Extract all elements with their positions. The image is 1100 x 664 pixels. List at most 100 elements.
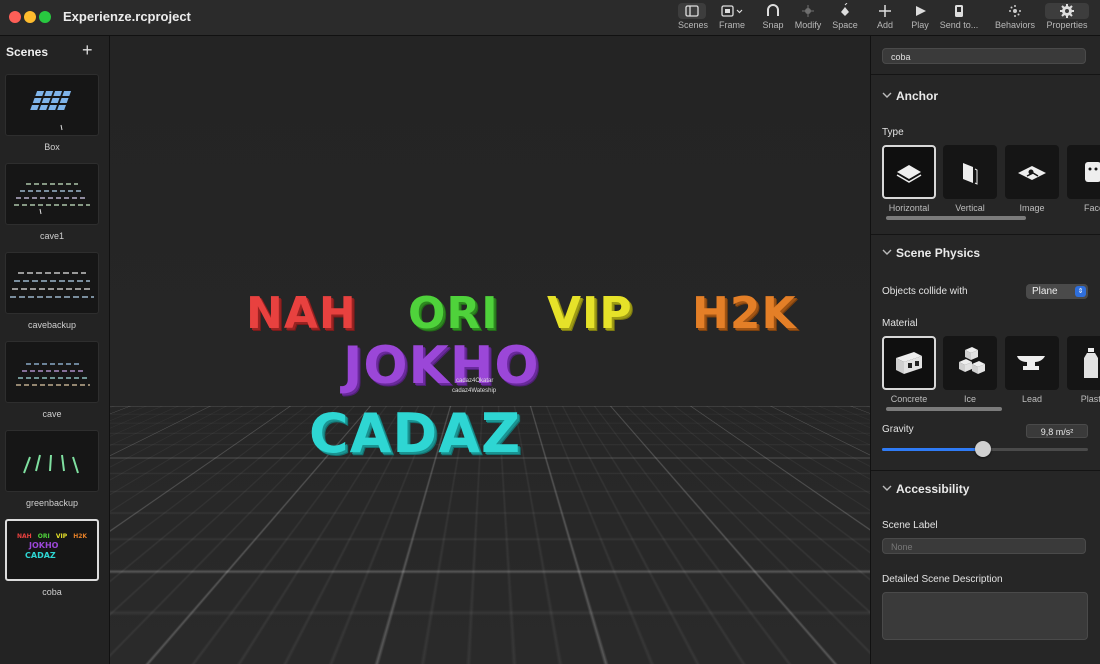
chevron-down-icon <box>882 90 896 100</box>
physics-section-header[interactable]: Scene Physics <box>882 246 980 260</box>
scene-description-textarea[interactable] <box>882 592 1088 640</box>
scene-name: greenbackup <box>25 498 79 508</box>
scene-item-cavebackup[interactable]: cavebackup <box>5 252 99 330</box>
scene-name: Box <box>44 142 60 152</box>
behaviors-toolbar-button[interactable]: Behaviors <box>994 3 1036 33</box>
gravity-slider[interactable] <box>882 441 1088 457</box>
material-ice[interactable] <box>943 336 997 390</box>
gravity-value-field[interactable]: 9,8 m/s² <box>1026 424 1088 438</box>
scene-thumbnail <box>5 74 99 136</box>
anchor-section-header[interactable]: Anchor <box>882 89 938 103</box>
chevron-down-icon <box>882 483 896 493</box>
material-concrete[interactable] <box>882 336 936 390</box>
send-icon <box>938 3 980 19</box>
anchor-type-label: Horizontal <box>888 203 930 213</box>
snap-toolbar-label: Snap <box>762 20 784 30</box>
scene-name: coba <box>42 587 62 597</box>
thumb-word: VIP <box>55 533 68 540</box>
gear-icon <box>1045 3 1089 19</box>
entity-label: cadaz4Wateship <box>452 388 497 394</box>
scenes-toolbar-button[interactable]: Scenes <box>678 3 709 33</box>
chevron-down-icon <box>882 247 896 257</box>
space-toolbar-label: Space <box>832 20 858 30</box>
material-lead[interactable] <box>1005 336 1059 390</box>
scene-thumbnail <box>5 163 99 225</box>
anchor-type-image[interactable] <box>1005 145 1059 199</box>
scene-item-cave1[interactable]: cave1 <box>5 163 99 241</box>
text-entity-cadaz[interactable]: CADAZ <box>309 402 521 465</box>
image-anchor-icon <box>1005 145 1059 199</box>
thumb-word: H2K <box>73 533 88 540</box>
scene-thumbnail <box>5 430 99 492</box>
scenes-panel: Scenes + Box cave1 cavebackup cave green… <box>0 36 110 664</box>
gravity-slider-fill <box>882 448 983 451</box>
accessibility-section-header[interactable]: Accessibility <box>882 482 969 496</box>
zoom-window-button[interactable] <box>39 11 51 23</box>
text-entity-ori[interactable]: ORI <box>408 288 499 339</box>
scene-item-coba[interactable]: NAH ORI VIP H2K JOKHO CADAZ coba <box>5 519 99 597</box>
plus-icon <box>872 3 898 19</box>
anchor-type-label: Vertical <box>955 203 985 213</box>
anchor-type-label: Image <box>1019 203 1045 213</box>
scene-name: cave1 <box>39 231 65 241</box>
scene-thumbnail: NAH ORI VIP H2K JOKHO CADAZ <box>5 519 99 581</box>
add-scene-button[interactable]: + <box>82 41 93 59</box>
scene-item-box[interactable]: Box <box>5 74 99 152</box>
collide-value: Plane <box>1032 286 1058 297</box>
frame-toolbar-button[interactable]: Frame <box>716 3 748 33</box>
collide-label: Objects collide with <box>882 286 968 297</box>
material-label: Material <box>882 318 918 329</box>
divider <box>871 470 1100 471</box>
anchor-type-scrollbar[interactable] <box>886 216 1026 220</box>
frame-icon <box>716 3 748 19</box>
description-title: Detailed Scene Description <box>882 574 1003 585</box>
vertical-plane-icon <box>943 145 997 199</box>
scenes-toolbar-label: Scenes <box>678 20 709 30</box>
title-bar: Experienze.rcproject Scenes Frame Snap M… <box>0 0 1100 36</box>
scene-name: cavebackup <box>27 320 77 330</box>
gravity-slider-thumb[interactable] <box>975 441 991 457</box>
divider <box>871 74 1100 75</box>
scene-name-field[interactable]: coba <box>882 48 1086 64</box>
scene-label-field[interactable]: None <box>882 538 1086 554</box>
anchor-type-face[interactable] <box>1067 145 1100 199</box>
concrete-block-icon <box>884 338 934 388</box>
anchor-type-horizontal[interactable] <box>882 145 936 199</box>
add-toolbar-button[interactable]: Add <box>872 3 898 33</box>
text-entity-h2k[interactable]: H2K <box>692 288 797 339</box>
anchor-type-vertical[interactable] <box>943 145 997 199</box>
space-toolbar-button[interactable]: Space <box>830 3 860 33</box>
send-to-toolbar-label: Send to... <box>939 20 979 30</box>
anvil-icon <box>1005 336 1059 390</box>
text-entity-vip[interactable]: VIP <box>547 288 633 339</box>
material-scrollbar[interactable] <box>886 407 1002 411</box>
add-toolbar-label: Add <box>876 20 893 30</box>
send-to-toolbar-button[interactable]: Send to... <box>938 3 980 33</box>
text-entity-nah[interactable]: NAH <box>246 288 357 339</box>
collide-popup[interactable]: Plane ⇕ <box>1026 284 1088 299</box>
thumb-word: ORI <box>37 533 50 540</box>
scene-item-cave[interactable]: cave <box>5 341 99 419</box>
horizontal-plane-icon <box>884 147 934 197</box>
frame-toolbar-label: Frame <box>718 20 745 30</box>
modify-toolbar-button[interactable]: Modify <box>792 3 824 33</box>
sidebar-icon <box>678 3 706 19</box>
material-plastic[interactable] <box>1067 336 1100 390</box>
snap-toolbar-button[interactable]: Snap <box>759 3 787 33</box>
material-label-text: Plastic <box>1080 394 1100 404</box>
anchor-type-label: Type <box>882 127 904 138</box>
behaviors-icon <box>994 3 1036 19</box>
properties-toolbar-button[interactable]: Properties <box>1045 3 1089 33</box>
close-window-button[interactable] <box>9 11 21 23</box>
material-label-text: Ice <box>963 394 976 404</box>
text-entity-jokho[interactable]: JOKHO <box>343 336 540 396</box>
play-toolbar-button[interactable]: Play <box>907 3 933 33</box>
anchor-header-label: Anchor <box>896 89 938 103</box>
scene-viewport[interactable]: NAH ORI VIP H2K JOKHO CADAZ cadaz4Okatar… <box>110 36 870 664</box>
play-toolbar-label: Play <box>911 20 929 30</box>
scenes-panel-title: Scenes <box>6 45 49 59</box>
divider <box>871 234 1100 235</box>
scene-item-greenbackup[interactable]: greenbackup <box>5 430 99 508</box>
play-icon <box>907 3 933 19</box>
minimize-window-button[interactable] <box>24 11 36 23</box>
